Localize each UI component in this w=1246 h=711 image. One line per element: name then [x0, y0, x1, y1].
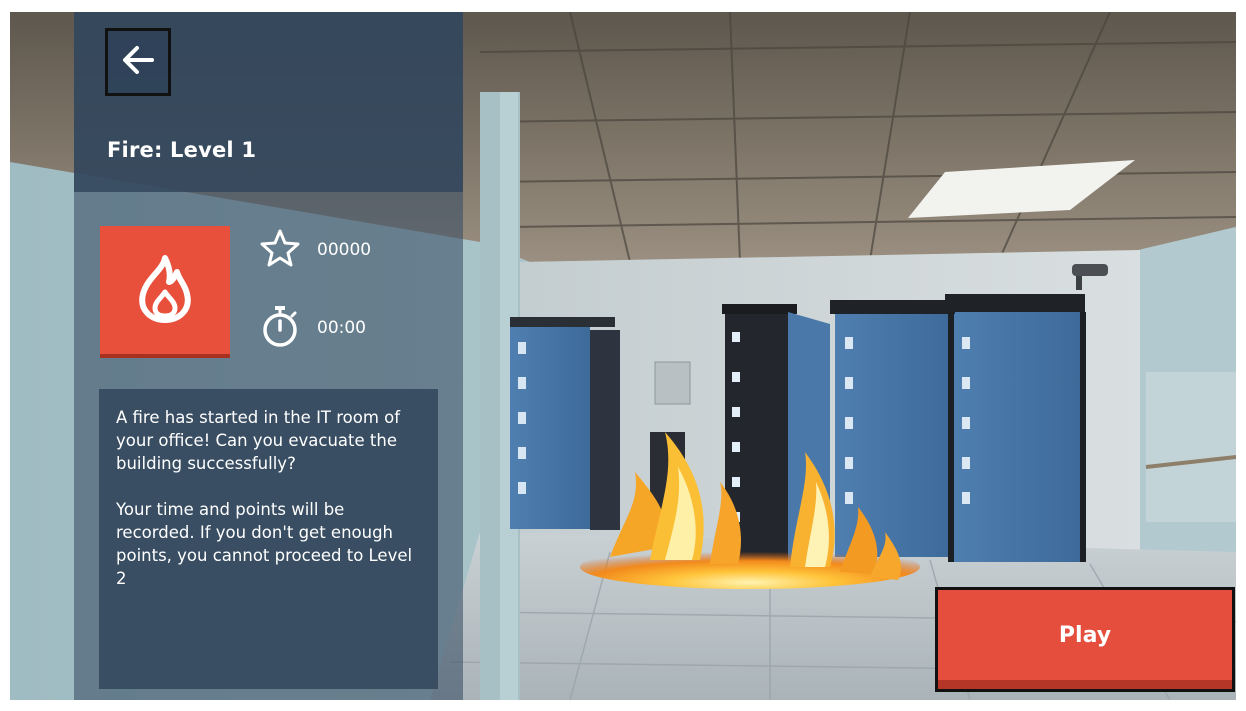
game-screen: Fire: Level 1 00000 00:00 A fire has sta…: [10, 12, 1236, 700]
back-arrow-icon: [121, 45, 155, 79]
stopwatch-icon: [260, 305, 300, 351]
description-paragraph: Your time and points will be recorded. I…: [116, 500, 413, 588]
play-button-label: Play: [1058, 623, 1112, 648]
back-button[interactable]: [105, 28, 171, 96]
time-value: 00:00: [317, 318, 366, 338]
fire-icon: [133, 252, 197, 328]
score-value: 00000: [317, 240, 372, 260]
level-description: A fire has started in the IT room of you…: [99, 389, 438, 689]
star-icon: [260, 228, 300, 272]
description-paragraph: A fire has started in the IT room of you…: [116, 408, 401, 473]
level-category-tile: [100, 226, 230, 358]
score-stat: 00000: [260, 228, 372, 272]
play-button[interactable]: Play: [935, 587, 1235, 692]
play-button-shadow: [938, 680, 1232, 689]
level-title: Fire: Level 1: [107, 138, 257, 162]
time-stat: 00:00: [260, 305, 366, 351]
